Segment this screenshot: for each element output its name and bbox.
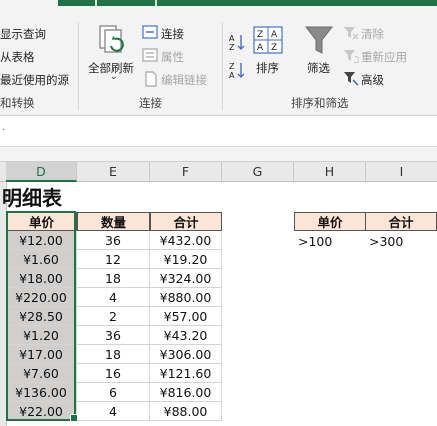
total-cell[interactable]: ¥432.00 — [150, 231, 222, 250]
criteria-value-total[interactable]: >300 — [365, 232, 437, 251]
refresh-dropdown-icon[interactable]: ⌄ — [110, 72, 118, 82]
title-bar-divider — [155, 0, 157, 6]
price-cell[interactable]: ¥136.00 — [6, 383, 77, 402]
total-cell[interactable]: ¥880.00 — [150, 288, 222, 307]
price-cell[interactable]: ¥220.00 — [6, 288, 77, 307]
total-cell[interactable]: ¥306.00 — [150, 345, 222, 364]
total-cell[interactable]: ¥324.00 — [150, 269, 222, 288]
connections-group-label: 连接 — [139, 96, 162, 110]
svg-text:Z: Z — [271, 43, 277, 53]
column-header-f[interactable]: F — [150, 162, 222, 182]
quantity-cell[interactable]: 2 — [77, 307, 150, 326]
price-cell[interactable]: ¥17.00 — [6, 345, 77, 364]
table-header-cell[interactable]: 合计 — [150, 212, 222, 231]
ribbon: 显示查询 从表格 最近使用的源 和转换 全部刷新 ⌄ 连接 属性 编辑链接 连接 — [0, 0, 437, 116]
edit-links-button[interactable]: 编辑链接 — [161, 72, 207, 88]
quantity-cell[interactable]: 18 — [77, 269, 150, 288]
price-cell[interactable]: ¥22.00 — [6, 402, 77, 421]
filter-button[interactable]: 筛选 — [307, 60, 330, 76]
column-header-d[interactable]: D — [6, 162, 77, 182]
properties-icon — [142, 48, 158, 65]
total-cell[interactable]: ¥57.00 — [150, 307, 222, 326]
connections-icon — [142, 25, 158, 42]
svg-text:A: A — [257, 43, 264, 53]
column-header-h[interactable]: H — [294, 162, 366, 182]
sort-filter-group-label: 排序和筛选 — [291, 96, 349, 110]
advanced-button[interactable]: 高级 — [361, 72, 384, 88]
criteria-header-price[interactable]: 单价 — [294, 212, 366, 231]
total-cell[interactable]: ¥88.00 — [150, 402, 222, 421]
column-header-e[interactable]: E — [77, 162, 150, 182]
price-cell[interactable]: ¥28.50 — [6, 307, 77, 326]
clear-filter-icon — [343, 26, 359, 43]
price-cell[interactable]: ¥1.60 — [6, 250, 77, 269]
properties-button[interactable]: 属性 — [161, 49, 184, 65]
title-bar-strip — [58, 0, 437, 6]
quantity-cell[interactable]: 6 — [77, 383, 150, 402]
svg-text:A: A — [229, 71, 235, 80]
quantity-cell[interactable]: 4 — [77, 402, 150, 421]
quantity-cell[interactable]: 12 — [77, 250, 150, 269]
total-cell[interactable]: ¥816.00 — [150, 383, 222, 402]
svg-text:Z: Z — [257, 30, 263, 40]
filter-icon[interactable] — [304, 25, 334, 60]
formula-bar-marker: . — [2, 122, 6, 133]
svg-text:Z: Z — [229, 62, 235, 71]
show-queries-button[interactable]: 显示查询 — [0, 26, 46, 42]
connections-button[interactable]: 连接 — [161, 26, 184, 42]
quantity-cell[interactable]: 36 — [77, 231, 150, 250]
total-cell[interactable]: ¥43.20 — [150, 326, 222, 345]
column-header-g[interactable]: G — [222, 162, 294, 182]
table-header-cell[interactable]: 数量 — [77, 212, 150, 231]
sort-dialog-icon[interactable]: Z A A Z — [253, 26, 283, 57]
sort-ascending-icon[interactable]: A Z — [228, 32, 246, 55]
edit-links-icon — [144, 71, 158, 90]
sort-descending-icon[interactable]: Z A — [228, 60, 246, 83]
svg-text:Z: Z — [229, 43, 235, 52]
group-separator — [222, 22, 223, 110]
total-cell[interactable]: ¥19.20 — [150, 250, 222, 269]
sheet-top-gap — [0, 147, 437, 162]
quantity-cell[interactable]: 36 — [77, 326, 150, 345]
get-transform-group-label: 和转换 — [0, 96, 35, 110]
group-separator — [78, 22, 79, 110]
column-header-i[interactable]: I — [366, 162, 437, 182]
sort-button[interactable]: 排序 — [256, 60, 279, 76]
table-header-cell[interactable]: 单价 — [6, 212, 77, 231]
price-cell[interactable]: ¥12.00 — [6, 231, 77, 250]
price-cell[interactable]: ¥1.20 — [6, 326, 77, 345]
from-table-button[interactable]: 从表格 — [0, 49, 35, 65]
total-cell[interactable]: ¥121.60 — [150, 364, 222, 383]
sheet-title[interactable]: 明细表 — [2, 182, 62, 211]
quantity-cell[interactable]: 18 — [77, 345, 150, 364]
quantity-cell[interactable]: 16 — [77, 364, 150, 383]
svg-text:A: A — [271, 30, 278, 40]
quantity-cell[interactable]: 4 — [77, 288, 150, 307]
criteria-header-total[interactable]: 合计 — [365, 212, 437, 231]
recent-sources-button[interactable]: 最近使用的源 — [0, 72, 69, 88]
criteria-value-price[interactable]: >100 — [294, 232, 366, 251]
title-bar-divider — [95, 0, 97, 6]
formula-bar[interactable]: . — [0, 116, 437, 147]
reapply-icon — [343, 49, 360, 66]
clear-button[interactable]: 清除 — [361, 26, 384, 42]
svg-text:A: A — [229, 34, 235, 43]
price-cell[interactable]: ¥7.60 — [6, 364, 77, 383]
price-cell[interactable]: ¥18.00 — [6, 269, 77, 288]
fill-handle[interactable] — [70, 414, 78, 422]
reapply-button[interactable]: 重新应用 — [361, 49, 407, 65]
advanced-filter-icon — [343, 71, 359, 89]
refresh-all-icon[interactable] — [97, 24, 127, 61]
